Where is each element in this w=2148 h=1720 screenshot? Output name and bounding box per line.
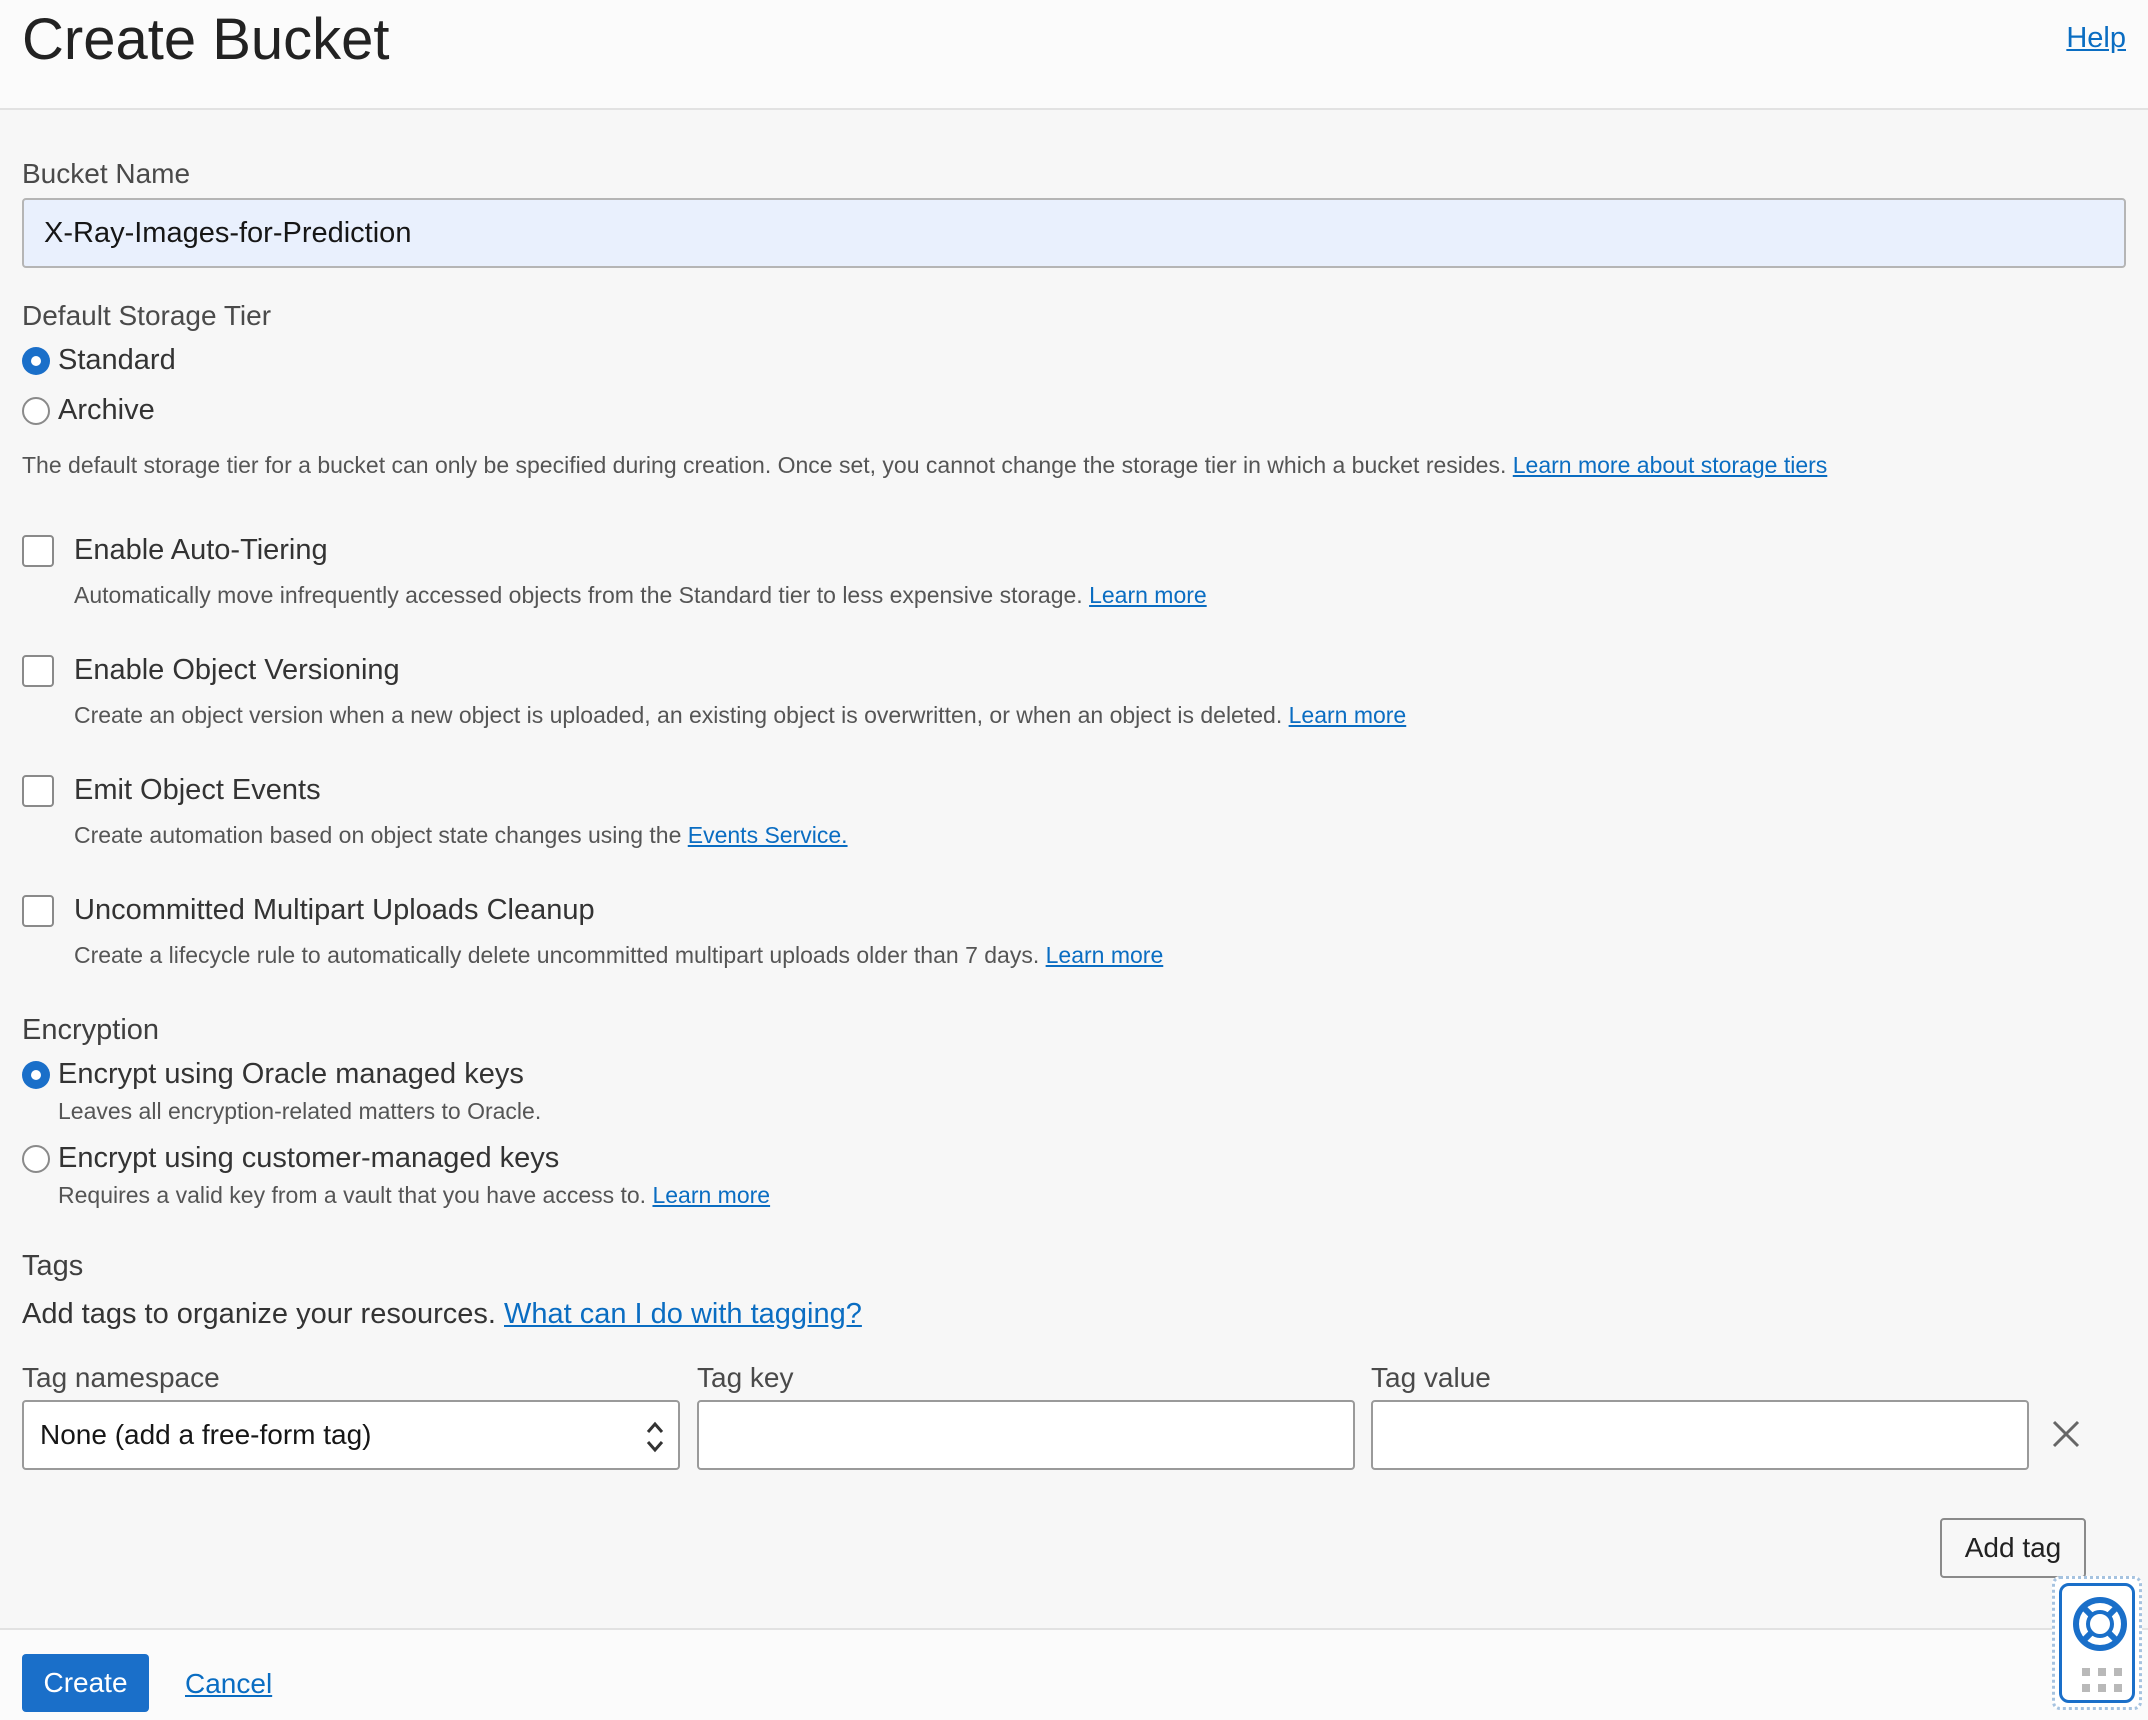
bucket-name-input[interactable] xyxy=(22,198,2126,268)
tag-namespace-label: Tag namespace xyxy=(22,1362,220,1393)
tags-intro: Add tags to organize your resources. Wha… xyxy=(22,1298,862,1331)
support-widget-frame xyxy=(2059,1583,2135,1703)
tag-value-label: Tag value xyxy=(1371,1362,1491,1393)
encryption-oracle-option[interactable]: Encrypt using Oracle managed keys xyxy=(22,1058,524,1091)
oracle-keys-help: Leaves all encryption-related matters to… xyxy=(58,1098,542,1124)
create-button[interactable]: Create xyxy=(22,1654,149,1712)
tag-namespace-select[interactable]: None (add a free-form tag) xyxy=(22,1400,680,1470)
bucket-name-label: Bucket Name xyxy=(22,158,191,189)
object-events-help: Create automation based on object state … xyxy=(74,822,848,849)
object-events-help-text: Create automation based on object state … xyxy=(74,822,682,848)
cancel-link[interactable]: Cancel xyxy=(185,1668,272,1700)
customer-keys-help: Requires a valid key from a vault that y… xyxy=(58,1182,770,1209)
encryption-label: Encryption xyxy=(22,1014,160,1046)
archive-radio[interactable] xyxy=(22,396,50,425)
object-versioning-learn-more-link[interactable]: Learn more xyxy=(1289,702,1407,728)
object-versioning-checkbox[interactable] xyxy=(22,654,54,687)
tags-intro-text: Add tags to organize your resources. xyxy=(22,1298,496,1330)
storage-tier-learn-more-link[interactable]: Learn more about storage tiers xyxy=(1513,452,1828,478)
close-icon[interactable] xyxy=(2048,1416,2084,1452)
support-widget[interactable] xyxy=(2052,1576,2142,1710)
chevron-up-down-icon xyxy=(646,1421,664,1453)
customer-keys-help-text: Requires a valid key from a vault that y… xyxy=(58,1182,647,1208)
storage-tier-label: Default Storage Tier xyxy=(22,300,272,331)
events-service-link[interactable]: Events Service. xyxy=(688,822,848,848)
customer-keys-radio[interactable] xyxy=(22,1144,50,1173)
object-versioning-help-text: Create an object version when a new obje… xyxy=(74,702,1283,728)
storage-tier-archive-option[interactable]: Archive xyxy=(22,394,155,427)
multipart-cleanup-label: Uncommitted Multipart Uploads Cleanup xyxy=(74,894,595,926)
archive-radio-label: Archive xyxy=(58,394,155,426)
multipart-cleanup-help: Create a lifecycle rule to automatically… xyxy=(74,942,1163,969)
customer-keys-learn-more-link[interactable]: Learn more xyxy=(652,1182,770,1208)
oracle-keys-label: Encrypt using Oracle managed keys xyxy=(58,1058,524,1090)
multipart-cleanup-option[interactable]: Uncommitted Multipart Uploads Cleanup xyxy=(22,894,595,927)
storage-tier-help-text: The default storage tier for a bucket ca… xyxy=(22,452,1507,478)
page-title: Create Bucket xyxy=(22,7,390,72)
object-versioning-option[interactable]: Enable Object Versioning xyxy=(22,654,400,687)
tag-key-label: Tag key xyxy=(697,1362,794,1393)
auto-tiering-help-text: Automatically move infrequently accessed… xyxy=(74,582,1083,608)
page-footer: Create Cancel xyxy=(0,1628,2148,1720)
lifebuoy-icon xyxy=(2073,1597,2127,1651)
add-tag-button[interactable]: Add tag xyxy=(1940,1518,2086,1578)
object-versioning-help: Create an object version when a new obje… xyxy=(74,702,1406,729)
auto-tiering-checkbox[interactable] xyxy=(22,534,54,567)
encryption-customer-option[interactable]: Encrypt using customer-managed keys xyxy=(22,1142,559,1175)
tag-namespace-value: None (add a free-form tag) xyxy=(40,1419,372,1450)
object-events-label: Emit Object Events xyxy=(74,774,321,806)
multipart-cleanup-learn-more-link[interactable]: Learn more xyxy=(1046,942,1164,968)
storage-tier-standard-option[interactable]: Standard xyxy=(22,344,176,377)
storage-tier-help: The default storage tier for a bucket ca… xyxy=(22,452,1827,479)
auto-tiering-help: Automatically move infrequently accessed… xyxy=(74,582,1207,609)
customer-keys-label: Encrypt using customer-managed keys xyxy=(58,1142,560,1174)
standard-radio[interactable] xyxy=(22,346,50,375)
object-events-checkbox[interactable] xyxy=(22,774,54,807)
tag-key-input[interactable] xyxy=(697,1400,1355,1470)
oracle-keys-radio[interactable] xyxy=(22,1060,50,1089)
multipart-cleanup-checkbox[interactable] xyxy=(22,894,54,927)
auto-tiering-label: Enable Auto-Tiering xyxy=(74,534,328,566)
tags-label: Tags xyxy=(22,1250,84,1282)
auto-tiering-option[interactable]: Enable Auto-Tiering xyxy=(22,534,328,567)
tagging-help-link[interactable]: What can I do with tagging? xyxy=(504,1298,862,1330)
multipart-cleanup-help-text: Create a lifecycle rule to automatically… xyxy=(74,942,1040,968)
standard-radio-label: Standard xyxy=(58,344,176,376)
help-link[interactable]: Help xyxy=(2066,22,2126,55)
object-versioning-label: Enable Object Versioning xyxy=(74,654,400,686)
object-events-option[interactable]: Emit Object Events xyxy=(22,774,321,807)
auto-tiering-learn-more-link[interactable]: Learn more xyxy=(1089,582,1207,608)
grid-dots-icon xyxy=(2082,1668,2122,1692)
tag-value-input[interactable] xyxy=(1371,1400,2029,1470)
page-header: Create Bucket Help xyxy=(0,0,2148,110)
